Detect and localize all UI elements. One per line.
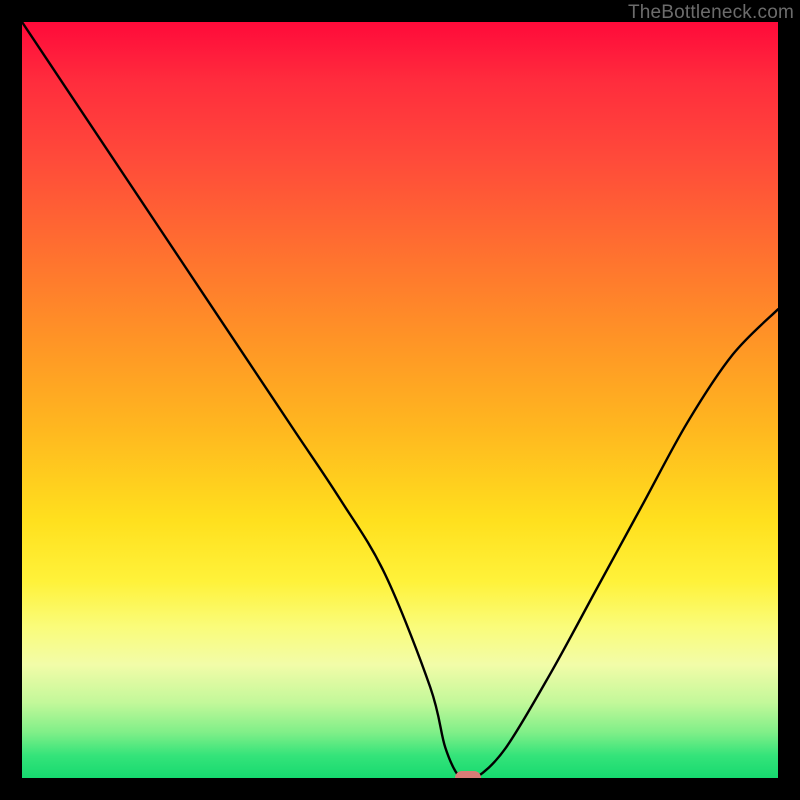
plot-area: [22, 22, 778, 778]
watermark-text: TheBottleneck.com: [628, 2, 794, 24]
curve-layer: [22, 22, 778, 778]
chart-frame: TheBottleneck.com: [0, 0, 800, 800]
optimal-marker: [455, 771, 481, 778]
bottleneck-curve: [22, 22, 778, 778]
